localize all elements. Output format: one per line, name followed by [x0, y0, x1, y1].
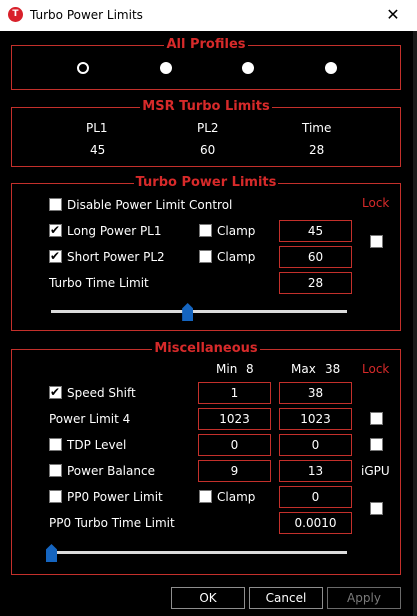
short-power-clamp-checkbox[interactable] [199, 250, 212, 263]
msr-title: MSR Turbo Limits [140, 99, 272, 114]
pp0-power-limit-label: PP0 Power Limit [67, 490, 163, 504]
pp0-power-limit-checkbox[interactable] [49, 490, 62, 503]
long-power-pl1-label: Long Power PL1 [67, 224, 162, 238]
tdp-lock-checkbox[interactable] [370, 438, 383, 451]
ok-button[interactable]: OK [171, 587, 245, 609]
disable-power-limit-label: Disable Power Limit Control [67, 198, 233, 212]
speed-shift-max-field[interactable]: 38 [279, 382, 352, 404]
min-header-value: 8 [246, 362, 254, 376]
tdp-max-field[interactable]: 0 [279, 434, 352, 456]
pp0-time-slider-track[interactable] [51, 551, 347, 554]
pp0-turbo-time-limit-label: PP0 Turbo Time Limit [49, 516, 175, 530]
msr-header-pl1: PL1 [86, 121, 108, 135]
disable-power-limit-checkbox[interactable] [49, 198, 62, 211]
speed-shift-checkbox[interactable] [49, 384, 62, 400]
pl2-value-field[interactable]: 60 [279, 246, 352, 268]
pl1-value-field[interactable]: 45 [279, 220, 352, 242]
profile-radio-1[interactable] [77, 62, 89, 74]
tdp-level-checkbox[interactable] [49, 438, 62, 451]
max-header-label: Max [291, 362, 316, 376]
turbo-lock-label: Lock [362, 196, 390, 210]
msr-header-pl2: PL2 [197, 121, 219, 135]
pp0-lock-checkbox[interactable] [370, 502, 383, 515]
max-header-value: 38 [325, 362, 341, 376]
short-power-pl2-checkbox[interactable] [49, 248, 62, 264]
msr-value-time: 28 [309, 143, 325, 157]
short-power-clamp-label: Clamp [217, 250, 256, 264]
pp0-value-field[interactable]: 0 [279, 486, 352, 508]
close-icon[interactable]: ✕ [378, 4, 408, 26]
misc-lock-label: Lock [362, 362, 390, 376]
apply-button[interactable]: Apply [327, 587, 401, 609]
all-profiles-group: All Profiles [11, 37, 401, 90]
pp0-time-value-field[interactable]: 0.0010 [279, 512, 352, 534]
turbo-time-slider-thumb[interactable] [182, 303, 194, 321]
power-balance-label: Power Balance [67, 464, 155, 478]
pl4-max-field[interactable]: 1023 [279, 408, 352, 430]
turbo-power-limits-group: Turbo Power Limits Disable Power Limit C… [11, 175, 401, 331]
turbo-time-value-field[interactable]: 28 [279, 272, 352, 294]
power-balance-max-field[interactable]: 13 [279, 460, 352, 482]
pp0-clamp-checkbox[interactable] [199, 490, 212, 503]
short-power-pl2-label: Short Power PL2 [67, 250, 165, 264]
profile-radio-2[interactable] [160, 62, 172, 74]
cancel-button[interactable]: Cancel [249, 587, 323, 609]
tdp-level-label: TDP Level [67, 438, 127, 452]
msr-turbo-limits-group: MSR Turbo Limits PL1 PL2 Time 45 60 28 [11, 99, 401, 167]
msr-value-pl2: 60 [200, 143, 216, 157]
misc-title: Miscellaneous [152, 341, 260, 356]
power-limit-4-label: Power Limit 4 [49, 412, 131, 426]
pl4-min-field[interactable]: 1023 [198, 408, 271, 430]
dialog-client: All Profiles MSR Turbo Limits PL1 PL2 Ti… [0, 31, 417, 616]
igpu-label: iGPU [361, 464, 390, 478]
speed-shift-label: Speed Shift [67, 386, 136, 400]
power-balance-checkbox[interactable] [49, 464, 62, 477]
profile-radio-3[interactable] [242, 62, 254, 74]
turbo-time-slider-track[interactable] [51, 310, 347, 313]
speed-shift-min-field[interactable]: 1 [198, 382, 271, 404]
turbo-lock-checkbox[interactable] [370, 235, 383, 248]
window-edge [413, 31, 417, 616]
title-bar: T Turbo Power Limits ✕ [0, 0, 417, 32]
all-profiles-title: All Profiles [164, 37, 248, 52]
window-title: Turbo Power Limits [30, 8, 143, 22]
app-logo-icon: T [8, 7, 23, 22]
long-power-pl1-checkbox[interactable] [49, 222, 62, 238]
profile-radio-4[interactable] [325, 62, 337, 74]
msr-header-time: Time [302, 121, 332, 135]
pp0-time-slider-thumb[interactable] [46, 544, 57, 562]
turbo-title: Turbo Power Limits [133, 175, 279, 190]
pp0-clamp-label: Clamp [217, 490, 256, 504]
pl4-lock-checkbox[interactable] [370, 412, 383, 425]
long-power-clamp-label: Clamp [217, 224, 256, 238]
power-balance-min-field[interactable]: 9 [198, 460, 271, 482]
min-header-label: Min [216, 362, 238, 376]
long-power-clamp-checkbox[interactable] [199, 224, 212, 237]
miscellaneous-group: Miscellaneous Min 8 Max 38 Lock Speed Sh… [11, 341, 401, 575]
msr-value-pl1: 45 [90, 143, 106, 157]
turbo-time-limit-label: Turbo Time Limit [49, 276, 149, 290]
tdp-min-field[interactable]: 0 [198, 434, 271, 456]
